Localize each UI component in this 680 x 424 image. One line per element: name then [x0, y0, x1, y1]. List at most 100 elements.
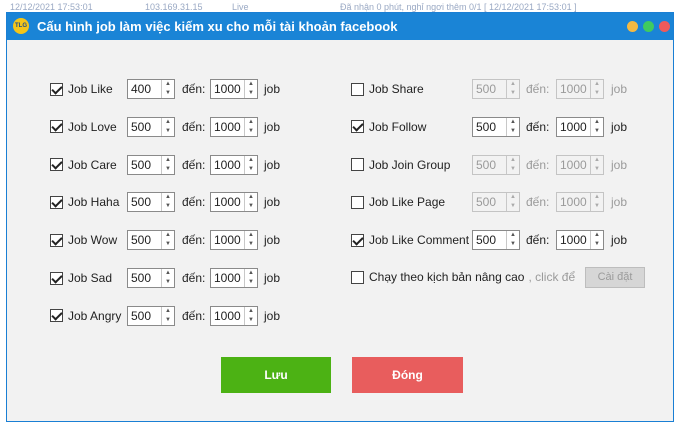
from-spinner[interactable]: 500 ▲ ▼ — [472, 230, 520, 251]
to-spinner[interactable]: 1000 ▲ ▼ — [210, 116, 258, 137]
to-label: đến: — [182, 119, 206, 134]
to-spinner[interactable]: 1000 ▲ ▼ — [556, 79, 604, 99]
dialog-title: Cấu hình job làm việc kiếm xu cho mỗi tà… — [37, 19, 398, 34]
spinner-arrows-icon[interactable]: ▲ ▼ — [590, 80, 603, 98]
spinner-arrows-icon[interactable]: ▲ ▼ — [161, 80, 174, 98]
job-checkbox[interactable] — [351, 82, 364, 96]
title-bar[interactable]: TLG Cấu hình job làm việc kiếm xu cho mỗ… — [7, 13, 673, 40]
to-label: đến: — [526, 82, 550, 96]
spinner-arrows-icon[interactable]: ▲ ▼ — [244, 193, 257, 212]
from-spinner[interactable]: 500 ▲ ▼ — [127, 116, 175, 137]
to-spinner[interactable]: 1000 ▲ ▼ — [556, 192, 604, 213]
script-option-label: Chạy theo kịch bản nâng cao — [369, 270, 525, 284]
spinner-arrows-icon[interactable]: ▲ ▼ — [161, 231, 174, 250]
to-spinner-value: 1000 — [560, 119, 587, 134]
to-spinner[interactable]: 1000 ▲ ▼ — [210, 268, 258, 288]
from-spinner[interactable]: 400 ▲ ▼ — [127, 79, 175, 99]
to-label: đến: — [182, 271, 206, 285]
job-label: Job Share — [369, 82, 424, 96]
to-spinner[interactable]: 1000 ▲ ▼ — [210, 79, 258, 99]
job-row: Job Join Group — [351, 154, 450, 176]
to-spinner-value: 1000 — [214, 233, 241, 248]
to-spinner[interactable]: 1000 ▲ ▼ — [556, 154, 604, 175]
unit-label: job — [264, 271, 281, 285]
job-checkbox[interactable] — [50, 271, 63, 285]
job-label: Job Like — [68, 82, 113, 96]
job-row: Job Like — [50, 78, 113, 100]
job-checkbox[interactable] — [50, 309, 63, 323]
to-label: đến: — [526, 195, 550, 210]
close-icon[interactable] — [659, 21, 670, 32]
job-row: Job Like Comment — [351, 229, 469, 251]
spinner-arrows-icon[interactable]: ▲ ▼ — [506, 231, 519, 250]
job-label: Job Join Group — [369, 157, 451, 172]
to-spinner[interactable]: 1000 ▲ ▼ — [210, 154, 258, 175]
spinner-arrows-icon[interactable]: ▲ ▼ — [590, 231, 603, 250]
job-checkbox[interactable] — [50, 82, 63, 96]
from-spinner[interactable]: 500 ▲ ▼ — [472, 79, 520, 99]
spinner-arrows-icon[interactable]: ▲ ▼ — [590, 155, 603, 174]
to-label: đến: — [526, 119, 550, 134]
job-checkbox[interactable] — [351, 120, 364, 134]
from-spinner[interactable]: 500 ▲ ▼ — [472, 116, 520, 137]
to-spinner-value: 1000 — [560, 82, 587, 96]
from-spinner[interactable]: 500 ▲ ▼ — [127, 305, 175, 326]
minimize-icon[interactable] — [627, 21, 638, 32]
job-checkbox[interactable] — [50, 195, 63, 209]
job-checkbox[interactable] — [50, 233, 63, 247]
to-spinner-value: 1000 — [214, 271, 241, 285]
job-row: Job Angry — [50, 305, 121, 327]
spinner-arrows-icon[interactable]: ▲ ▼ — [244, 117, 257, 136]
spinner-arrows-icon[interactable]: ▲ ▼ — [161, 117, 174, 136]
from-spinner[interactable]: 500 ▲ ▼ — [127, 230, 175, 251]
spinner-arrows-icon[interactable]: ▲ ▼ — [161, 193, 174, 212]
spinner-arrows-icon[interactable]: ▲ ▼ — [506, 193, 519, 212]
unit-label: job — [611, 157, 628, 172]
from-spinner[interactable]: 500 ▲ ▼ — [127, 154, 175, 175]
to-spinner[interactable]: 1000 ▲ ▼ — [210, 192, 258, 213]
maximize-icon[interactable] — [643, 21, 654, 32]
spinner-arrows-icon[interactable]: ▲ ▼ — [506, 155, 519, 174]
job-checkbox[interactable] — [351, 233, 364, 247]
to-label: đến: — [182, 308, 206, 323]
background-cell: Đã nhận 0 phút, nghỉ ngơi thêm 0/1 [ 12/… — [340, 2, 577, 12]
close-button[interactable]: Đóng — [352, 357, 463, 393]
spinner-arrows-icon[interactable]: ▲ ▼ — [590, 193, 603, 212]
job-checkbox[interactable] — [351, 195, 364, 209]
from-spinner[interactable]: 500 ▲ ▼ — [127, 192, 175, 213]
save-button[interactable]: Lưu — [221, 357, 331, 393]
from-spinner-value: 500 — [476, 119, 497, 134]
to-spinner[interactable]: 1000 ▲ ▼ — [210, 230, 258, 251]
job-label: Job Follow — [369, 119, 427, 134]
spinner-arrows-icon[interactable]: ▲ ▼ — [244, 269, 257, 287]
spinner-arrows-icon[interactable]: ▲ ▼ — [506, 117, 519, 136]
to-spinner[interactable]: 1000 ▲ ▼ — [556, 116, 604, 137]
spinner-arrows-icon[interactable]: ▲ ▼ — [161, 155, 174, 174]
from-spinner[interactable]: 500 ▲ ▼ — [127, 268, 175, 288]
spinner-arrows-icon[interactable]: ▲ ▼ — [161, 306, 174, 325]
to-spinner[interactable]: 1000 ▲ ▼ — [556, 230, 604, 251]
to-spinner[interactable]: 1000 ▲ ▼ — [210, 305, 258, 326]
unit-label: job — [264, 82, 281, 96]
job-checkbox[interactable] — [351, 158, 364, 172]
script-option-row: Chạy theo kịch bản nâng cao , click để — [351, 266, 575, 288]
script-option-checkbox[interactable] — [351, 270, 364, 284]
job-row: Job Haha — [50, 191, 119, 213]
from-spinner-value: 500 — [131, 157, 152, 172]
spinner-arrows-icon[interactable]: ▲ ▼ — [244, 155, 257, 174]
job-checkbox[interactable] — [50, 120, 63, 134]
settings-button[interactable]: Cài đặt — [585, 267, 645, 288]
spinner-arrows-icon[interactable]: ▲ ▼ — [161, 269, 174, 287]
to-spinner-value: 1000 — [214, 308, 241, 323]
from-spinner[interactable]: 500 ▲ ▼ — [472, 192, 520, 213]
spinner-arrows-icon[interactable]: ▲ ▼ — [244, 306, 257, 325]
spinner-arrows-icon[interactable]: ▲ ▼ — [590, 117, 603, 136]
job-checkbox[interactable] — [50, 158, 63, 172]
spinner-arrows-icon[interactable]: ▲ ▼ — [244, 80, 257, 98]
from-spinner-value: 500 — [476, 233, 497, 248]
spinner-arrows-icon[interactable]: ▲ ▼ — [244, 231, 257, 250]
to-label: đến: — [182, 233, 206, 248]
background-cell: 103.169.31.15 — [145, 2, 203, 12]
from-spinner[interactable]: 500 ▲ ▼ — [472, 154, 520, 175]
spinner-arrows-icon[interactable]: ▲ ▼ — [506, 80, 519, 98]
